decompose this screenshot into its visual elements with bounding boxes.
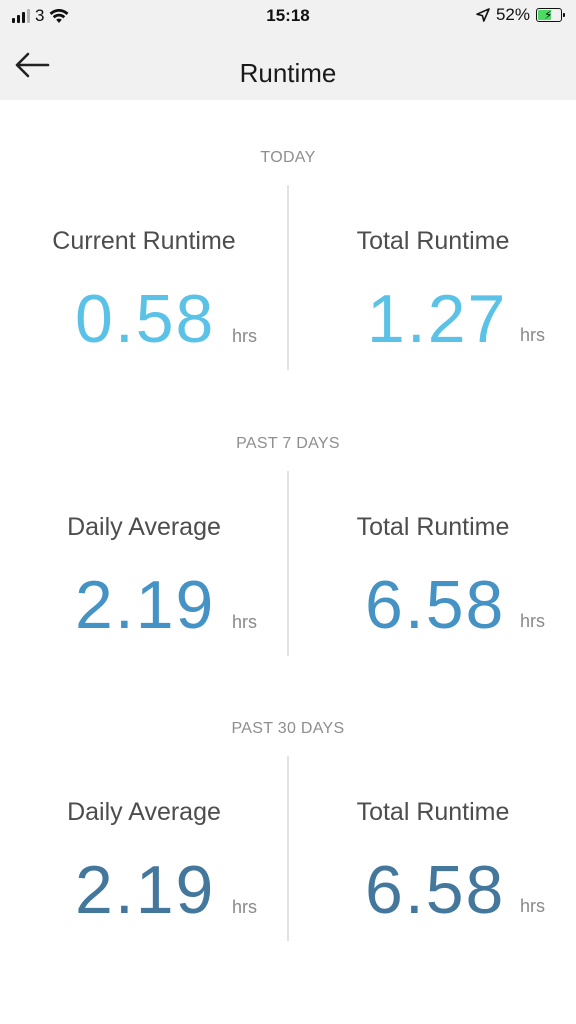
nav-bar: Runtime bbox=[0, 34, 576, 100]
stat-daily-average: Daily Average bbox=[0, 798, 288, 827]
stat-label: Current Runtime bbox=[52, 227, 236, 255]
stat-label: Daily Average bbox=[67, 513, 221, 541]
stat-label: Total Runtime bbox=[356, 513, 510, 541]
stat-total-runtime: Total Runtime bbox=[289, 798, 576, 827]
stat-label: Total Runtime bbox=[356, 227, 510, 255]
section-past-30-days: PAST 30 DAYS Daily Average 2.19 hrs Tota… bbox=[0, 716, 576, 956]
stat-unit: hrs bbox=[232, 612, 258, 632]
divider bbox=[287, 185, 289, 370]
stat-total-runtime: Total Runtime bbox=[289, 227, 576, 256]
stat-daily-average: Daily Average bbox=[0, 513, 288, 542]
divider bbox=[287, 471, 289, 656]
stat-unit: hrs bbox=[232, 326, 258, 346]
stat-value: 6.58 bbox=[365, 852, 506, 928]
section-label: PAST 7 DAYS bbox=[236, 435, 340, 452]
battery-charging-icon: ⚡ bbox=[536, 8, 565, 22]
section-label: PAST 30 DAYS bbox=[231, 720, 345, 737]
stat-current-runtime: Current Runtime bbox=[0, 227, 288, 256]
battery-percent: 52% bbox=[495, 5, 530, 24]
stat-label: Daily Average bbox=[67, 798, 221, 826]
stat-label: Total Runtime bbox=[356, 798, 510, 826]
stat-unit: hrs bbox=[520, 611, 546, 631]
status-bar: 3 15:18 52% ⚡ bbox=[0, 0, 576, 34]
status-right: 52% ⚡ bbox=[476, 5, 565, 25]
location-icon bbox=[476, 8, 490, 22]
stat-unit: hrs bbox=[520, 896, 546, 916]
section-today: TODAY Current Runtime 0.58 hrs Total Run… bbox=[0, 145, 576, 385]
section-past-7-days: PAST 7 DAYS Daily Average 2.19 hrs Total… bbox=[0, 431, 576, 671]
divider bbox=[287, 756, 289, 941]
stat-value: 2.19 bbox=[75, 852, 216, 928]
section-label: TODAY bbox=[260, 149, 316, 166]
stat-value: 6.58 bbox=[365, 567, 506, 643]
page-title: Runtime bbox=[239, 58, 337, 88]
stat-unit: hrs bbox=[232, 897, 258, 917]
stat-value: 0.58 bbox=[75, 281, 216, 357]
stat-value: 1.27 bbox=[367, 281, 508, 357]
stat-unit: hrs bbox=[520, 325, 546, 345]
stat-value: 2.19 bbox=[75, 567, 216, 643]
stat-total-runtime: Total Runtime bbox=[289, 513, 576, 542]
